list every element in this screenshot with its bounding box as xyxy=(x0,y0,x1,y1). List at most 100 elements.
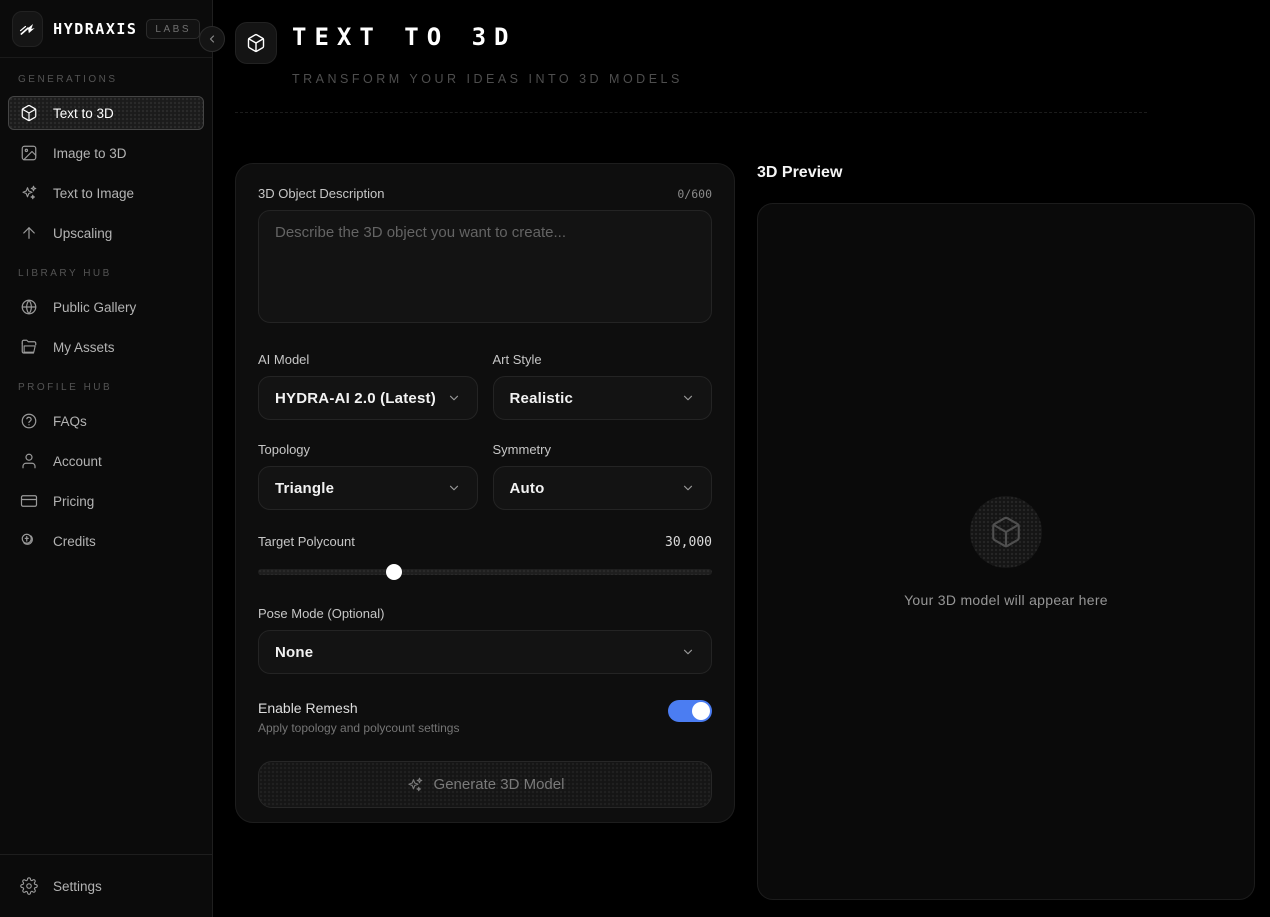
chevron-down-icon xyxy=(447,391,461,405)
topology-label: Topology xyxy=(258,442,478,458)
sidebar-item-label: Text to 3D xyxy=(53,106,114,121)
art-style-value: Realistic xyxy=(510,390,574,407)
cube-icon xyxy=(989,515,1023,549)
sidebar-item-image-to-3d[interactable]: Image to 3D xyxy=(8,136,204,170)
sidebar-item-text-to-image[interactable]: Text to Image xyxy=(8,176,204,210)
sidebar-item-label: Account xyxy=(53,454,102,469)
pose-mode-value: None xyxy=(275,644,313,661)
polycount-slider-track[interactable] xyxy=(258,569,712,575)
sidebar-item-credits[interactable]: Credits xyxy=(8,524,204,558)
user-icon xyxy=(20,452,38,470)
sparkles-icon xyxy=(20,184,38,202)
brand-badge: LABS xyxy=(146,19,200,39)
nav-section-generations: GENERATIONS xyxy=(18,74,194,86)
sidebar-item-label: FAQs xyxy=(53,414,87,429)
preview-empty-text: Your 3D model will appear here xyxy=(904,592,1108,608)
description-label: 3D Object Description xyxy=(258,186,384,202)
topology-select[interactable]: Triangle xyxy=(258,466,478,510)
credit-card-icon xyxy=(20,492,38,510)
polycount-slider-thumb[interactable] xyxy=(386,564,402,580)
chevron-down-icon xyxy=(447,481,461,495)
chevron-down-icon xyxy=(681,645,695,659)
preview-section: 3D Preview Your 3D model will appear her… xyxy=(757,163,1255,900)
brand-header: HYDRAXIS LABS xyxy=(0,0,212,58)
app-root: HYDRAXIS LABS GENERATIONS Text to 3D Ima… xyxy=(0,0,1270,917)
art-style-select[interactable]: Realistic xyxy=(493,376,713,420)
preview-panel: Your 3D model will appear here xyxy=(757,203,1255,900)
polycount-label: Target Polycount xyxy=(258,534,355,550)
page-header-text: TEXT TO 3D TRANSFORM YOUR IDEAS INTO 3D … xyxy=(292,22,683,86)
polycount-value: 30,000 xyxy=(665,535,712,550)
remesh-description: Apply topology and polycount settings xyxy=(258,721,459,735)
cube-icon xyxy=(20,104,38,122)
brand-name: HYDRAXIS xyxy=(53,20,137,38)
topology-field: Topology Triangle xyxy=(258,442,478,510)
ai-model-value: HYDRA-AI 2.0 (Latest) xyxy=(275,390,436,407)
remesh-text: Enable Remesh Apply topology and polycou… xyxy=(258,700,459,735)
topology-value: Triangle xyxy=(275,480,334,497)
polycount-field: Target Polycount 30,000 xyxy=(258,534,712,580)
art-style-label: Art Style xyxy=(493,352,713,368)
page-header: TEXT TO 3D TRANSFORM YOUR IDEAS INTO 3D … xyxy=(235,22,1255,86)
cube-icon xyxy=(246,33,266,53)
sidebar-collapse-button[interactable] xyxy=(199,26,225,52)
remesh-label: Enable Remesh xyxy=(258,700,459,716)
folder-icon xyxy=(20,338,38,356)
sidebar-item-faqs[interactable]: FAQs xyxy=(8,404,204,438)
sidebar-item-label: Image to 3D xyxy=(53,146,127,161)
sidebar-item-label: Text to Image xyxy=(53,186,134,201)
sidebar-item-account[interactable]: Account xyxy=(8,444,204,478)
description-input[interactable] xyxy=(258,210,712,323)
sidebar-item-public-gallery[interactable]: Public Gallery xyxy=(8,290,204,324)
symmetry-select[interactable]: Auto xyxy=(493,466,713,510)
pose-mode-field: Pose Mode (Optional) None xyxy=(258,606,712,674)
sidebar-item-label: Credits xyxy=(53,534,96,549)
sidebar-item-label: Public Gallery xyxy=(53,300,136,315)
art-style-field: Art Style Realistic xyxy=(493,352,713,420)
arrow-up-icon xyxy=(20,224,38,242)
comet-icon xyxy=(18,19,38,39)
ai-model-select[interactable]: HYDRA-AI 2.0 (Latest) xyxy=(258,376,478,420)
sidebar-item-text-to-3d[interactable]: Text to 3D xyxy=(8,96,204,130)
chevron-left-icon xyxy=(206,33,218,45)
coins-icon xyxy=(20,532,38,550)
ai-model-field: AI Model HYDRA-AI 2.0 (Latest) xyxy=(258,352,478,420)
ai-model-label: AI Model xyxy=(258,352,478,368)
sparkles-icon xyxy=(406,776,424,794)
sidebar-item-my-assets[interactable]: My Assets xyxy=(8,330,204,364)
image-icon xyxy=(20,144,38,162)
header-separator xyxy=(235,112,1147,113)
remesh-toggle-knob[interactable] xyxy=(692,702,710,720)
nav-section-library-hub: LIBRARY HUB xyxy=(18,268,194,280)
chevron-down-icon xyxy=(681,481,695,495)
brand-logo[interactable] xyxy=(12,11,43,47)
generate-button-label: Generate 3D Model xyxy=(434,776,565,793)
symmetry-field: Symmetry Auto xyxy=(493,442,713,510)
page-title: TEXT TO 3D xyxy=(292,22,683,52)
sidebar-item-settings[interactable]: Settings xyxy=(8,869,204,903)
pose-mode-select[interactable]: None xyxy=(258,630,712,674)
sidebar-item-label: Pricing xyxy=(53,494,94,509)
page-subtitle: TRANSFORM YOUR IDEAS INTO 3D MODELS xyxy=(292,72,683,86)
sidebar-item-pricing[interactable]: Pricing xyxy=(8,484,204,518)
chevron-down-icon xyxy=(681,391,695,405)
remesh-field: Enable Remesh Apply topology and polycou… xyxy=(258,700,712,735)
remesh-toggle[interactable] xyxy=(668,700,712,722)
gear-icon xyxy=(20,877,38,895)
polycount-slider[interactable] xyxy=(258,564,712,580)
generate-button[interactable]: Generate 3D Model xyxy=(258,761,712,808)
nav-section-profile-hub: PROFILE HUB xyxy=(18,382,194,394)
preview-placeholder-circle xyxy=(970,496,1042,568)
char-counter: 0/600 xyxy=(677,187,712,201)
sidebar-nav: GENERATIONS Text to 3D Image to 3D Text … xyxy=(0,58,212,854)
symmetry-label: Symmetry xyxy=(493,442,713,458)
symmetry-value: Auto xyxy=(510,480,545,497)
sidebar-item-label: Settings xyxy=(53,879,102,894)
generation-form-card: 3D Object Description 0/600 AI Model HYD… xyxy=(235,163,735,823)
sidebar-item-label: Upscaling xyxy=(53,226,112,241)
main-content: TEXT TO 3D TRANSFORM YOUR IDEAS INTO 3D … xyxy=(213,0,1270,917)
sidebar-item-label: My Assets xyxy=(53,340,115,355)
preview-title: 3D Preview xyxy=(757,163,1255,183)
sidebar: HYDRAXIS LABS GENERATIONS Text to 3D Ima… xyxy=(0,0,213,917)
sidebar-item-upscaling[interactable]: Upscaling xyxy=(8,216,204,250)
